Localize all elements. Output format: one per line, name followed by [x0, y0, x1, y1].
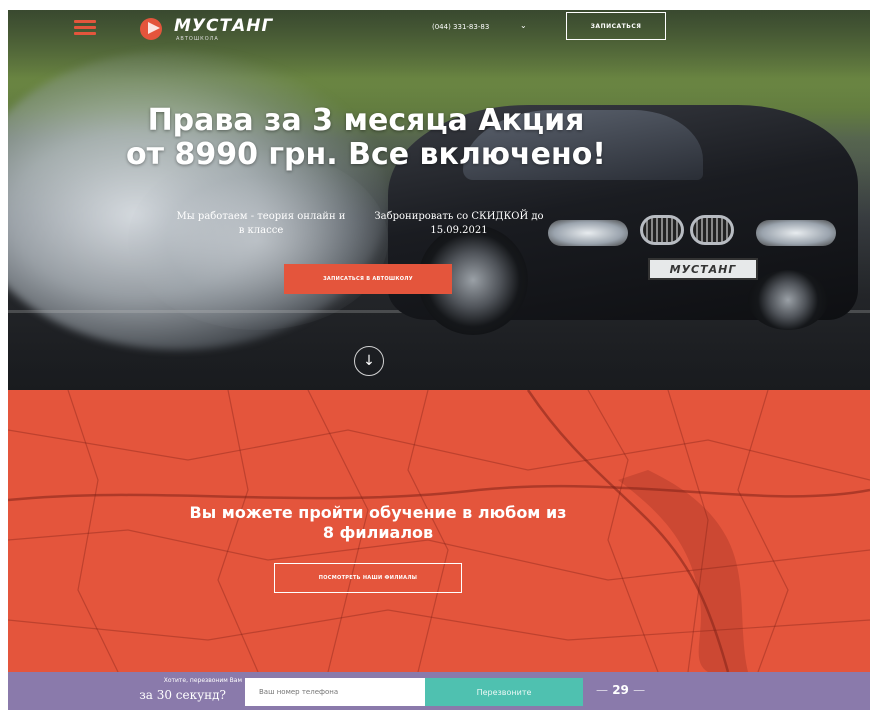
car-headlight-left [548, 220, 628, 246]
phone-input[interactable] [245, 678, 425, 706]
countdown-timer: — 29 — [596, 683, 645, 697]
hero-section: МУСТАНГ МУСТАНГ АВТОШКОЛА (044) 331-83-8… [8, 10, 870, 390]
timer-dash-right: — [633, 683, 646, 697]
car-wheel-rear [748, 270, 828, 330]
timer-dash-left: — [596, 683, 608, 697]
landing-page: МУСТАНГ МУСТАНГ АВТОШКОЛА (044) 331-83-8… [8, 10, 870, 710]
car-grille-right [690, 215, 734, 245]
logo-icon[interactable] [140, 18, 162, 40]
timer-value: 29 [612, 683, 629, 697]
car-license-plate: МУСТАНГ [648, 258, 758, 280]
callback-button[interactable]: Перезвоните [425, 678, 583, 706]
hero-info-online: Мы работаем - теория онлайн и в классе [176, 211, 346, 236]
top-nav: МУСТАНГ АВТОШКОЛА (044) 331-83-83 ⌄ ЗАПИ… [8, 10, 870, 46]
logo-text[interactable]: МУСТАНГ [174, 16, 273, 36]
car-grille-left [640, 215, 684, 245]
hamburger-icon[interactable] [74, 20, 96, 36]
logo-tagline: АВТОШКОЛА [176, 36, 219, 42]
tire-smoke-trail [128, 150, 388, 330]
branches-title: Вы можете пройти обучение в любом из 8 ф… [189, 503, 567, 542]
branches-section: Вы можете пройти обучение в любом из 8 ф… [8, 390, 870, 672]
phone-number[interactable]: (044) 331-83-83 [432, 23, 489, 31]
hero-info-discount: Забронировать со СКИДКОЙ до 15.09.2021 [374, 211, 544, 236]
chevron-down-icon[interactable]: ⌄ [520, 21, 527, 30]
hero-title: Права за 3 месяца Акция от 8990 грн. Все… [126, 103, 606, 172]
signup-button[interactable]: ЗАПИСАТЬСЯ [566, 12, 666, 40]
callback-question: Хотите, перезвоним Вам [163, 677, 242, 684]
arrow-down-icon[interactable]: ↓ [354, 346, 384, 376]
callback-bar: Хотите, перезвоним Вам за 30 секунд? Пер… [8, 672, 870, 710]
callback-time: за 30 секунд? [139, 688, 226, 702]
view-branches-button[interactable]: ПОСМОТРЕТЬ НАШИ ФИЛИАЛЫ [274, 563, 462, 593]
car-headlight-right [756, 220, 836, 246]
enroll-button[interactable]: ЗАПИСАТЬСЯ В АВТОШКОЛУ [284, 264, 452, 294]
